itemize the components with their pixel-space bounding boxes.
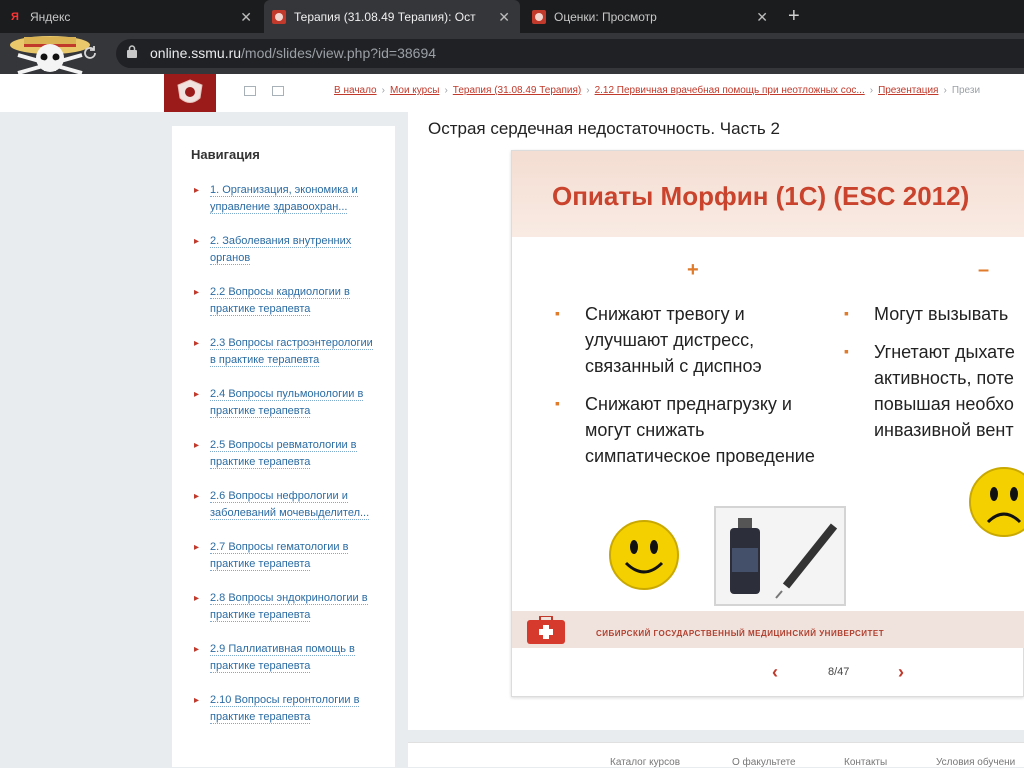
breadcrumb-course[interactable]: Терапия (31.08.49 Терапия)	[453, 85, 581, 96]
slide-viewer: Опиаты Морфин (1С) (ESC 2012) + – Снижаю…	[511, 150, 1024, 697]
nav-list: 1. Организация, экономика и управление з…	[194, 182, 379, 743]
vial-syringe-icon	[730, 518, 838, 599]
breadcrumb-section[interactable]: 2.12 Первичная врачебная помощь при неот…	[595, 85, 865, 96]
nav-item[interactable]: 2.2 Вопросы кардиологии в практике терап…	[194, 284, 379, 318]
browser-tab-bar: Я Яндекс ✕ Терапия (31.08.49 Терапия): О…	[0, 0, 1024, 33]
url-text: online.ssmu.ru/mod/slides/view.php?id=38…	[150, 45, 437, 61]
nav-title: Навигация	[191, 147, 260, 162]
slide-title: Опиаты Морфин (1С) (ESC 2012)	[552, 181, 970, 211]
nav-item[interactable]: 2.10 Вопросы геронтологии в практике тер…	[194, 692, 379, 726]
close-tab-icon[interactable]: ✕	[498, 9, 510, 26]
con-bullet: Могут вызывать	[844, 300, 1024, 327]
reload-icon[interactable]	[82, 45, 98, 61]
mail-icon[interactable]	[244, 86, 256, 96]
tab-grades[interactable]: Оценки: Просмотр ✕	[524, 0, 778, 33]
footer-link-about[interactable]: О факультете	[732, 757, 796, 768]
pro-bullet: Снижают преднагрузку и могут снижать сим…	[555, 390, 825, 469]
main-content: Острая сердечная недостаточность. Часть …	[408, 112, 1024, 730]
tab-terapia[interactable]: Терапия (31.08.49 Терапия): Ост ✕	[264, 0, 520, 33]
pro-bullet: Снижают тревогу и улучшают дистресс, свя…	[555, 300, 825, 379]
morphine-vial-image	[714, 506, 846, 606]
url-field[interactable]: online.ssmu.ru/mod/slides/view.php?id=38…	[116, 39, 1024, 68]
nav-item[interactable]: 2.8 Вопросы эндокринологии в практике те…	[194, 590, 379, 624]
sad-face-icon	[969, 467, 1024, 537]
calendar-icon[interactable]	[272, 86, 284, 96]
slide-pager: ‹ 8/47 ›	[512, 654, 1024, 690]
nav-item[interactable]: 2.3 Вопросы гастроэнтерологии в практике…	[194, 335, 379, 369]
footer-link-catalog[interactable]: Каталог курсов	[610, 757, 680, 768]
tab-yandex[interactable]: Я Яндекс ✕	[0, 0, 262, 33]
prev-slide-button[interactable]: ‹	[772, 662, 778, 683]
con-bullet: Угнетают дыхате активность, поте повышая…	[844, 338, 1024, 443]
breadcrumb-current: Прези	[951, 85, 981, 96]
university-name: Сибирский государственный медицинский ун…	[596, 629, 885, 638]
slide-counter: 8/47	[828, 666, 850, 678]
navigation-block: Навигация 1. Организация, экономика и уп…	[172, 126, 395, 767]
site-logo[interactable]	[164, 74, 216, 112]
slide: Опиаты Морфин (1С) (ESC 2012) + – Снижаю…	[512, 151, 1024, 648]
tab-title: Яндекс	[30, 9, 71, 24]
slide-header: Опиаты Морфин (1С) (ESC 2012)	[512, 151, 1024, 237]
address-bar: online.ssmu.ru/mod/slides/view.php?id=38…	[0, 33, 1024, 75]
pros-heading: +	[687, 259, 699, 281]
nav-item[interactable]: 2.6 Вопросы нефрологии и заболеваний моч…	[194, 488, 379, 522]
university-crest-icon	[177, 79, 203, 103]
breadcrumb-home[interactable]: В начало	[334, 85, 377, 96]
site-header: В начало › Мои курсы › Терапия (31.08.49 Тер…	[0, 74, 1024, 112]
nav-item[interactable]: 2.7 Вопросы гематологии в практике терап…	[194, 539, 379, 573]
university-crest-icon	[532, 9, 546, 24]
nav-item[interactable]: 2.5 Вопросы ревматологии в практике тера…	[194, 437, 379, 471]
next-slide-button[interactable]: ›	[898, 662, 904, 683]
university-crest-icon	[272, 9, 286, 24]
footer-link-terms[interactable]: Условия обучени	[936, 757, 1015, 768]
tab-title: Оценки: Просмотр	[554, 9, 657, 24]
cons-heading: –	[978, 259, 990, 281]
happy-face-icon	[609, 520, 679, 590]
page-title: Острая сердечная недостаточность. Часть …	[428, 119, 780, 138]
nav-item[interactable]: 2. Заболевания внутренних органов	[194, 233, 379, 267]
nav-item[interactable]: 2.9 Паллиативная помощь в практике терап…	[194, 641, 379, 675]
lock-icon	[127, 45, 137, 58]
site-footer: Каталог курсов О факультете Контакты Усл…	[408, 742, 1024, 768]
new-tab-button[interactable]: +	[788, 5, 800, 28]
breadcrumb-presentation[interactable]: Презентация	[878, 85, 938, 96]
tab-title: Терапия (31.08.49 Терапия): Ост	[294, 9, 476, 24]
nav-item[interactable]: 1. Организация, экономика и управление з…	[194, 182, 379, 216]
nav-item[interactable]: 2.4 Вопросы пульмонологии в практике тер…	[194, 386, 379, 420]
footer-link-contacts[interactable]: Контакты	[844, 757, 887, 768]
breadcrumb-my-courses[interactable]: Мои курсы	[390, 85, 440, 96]
first-aid-kit-icon	[527, 616, 565, 644]
breadcrumb: В начало › Мои курсы › Терапия (31.08.49 Тер…	[334, 85, 981, 96]
slide-footer: Сибирский государственный медицинский ун…	[512, 611, 1024, 648]
yandex-icon: Я	[11, 10, 19, 23]
close-tab-icon[interactable]: ✕	[240, 9, 252, 26]
close-tab-icon[interactable]: ✕	[756, 9, 768, 26]
